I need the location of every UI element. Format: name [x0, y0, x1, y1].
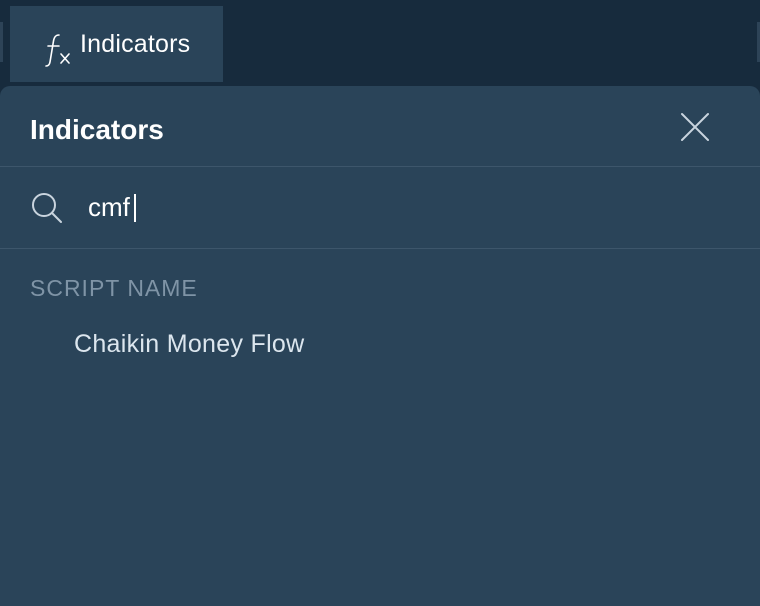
function-fx-icon — [45, 34, 70, 67]
top-toolbar: Indicators — [0, 0, 760, 86]
toolbar-divider-left — [0, 22, 3, 62]
search-input[interactable] — [88, 185, 728, 229]
result-label[interactable]: Chaikin Money Flow — [74, 328, 305, 360]
text-caret — [134, 194, 136, 222]
list-item-chaikin-money-flow[interactable]: Chaikin Money Flow — [0, 318, 760, 370]
indicators-toolbar-label[interactable]: Indicators — [80, 28, 190, 60]
dialog-title: Indicators — [30, 114, 164, 145]
indicators-dialog: Indicators SCRIPT NAME Chaikin Money Flo… — [0, 86, 760, 606]
dialog-header: Indicators — [0, 86, 760, 167]
search-icon — [32, 193, 62, 223]
close-button[interactable] — [674, 106, 716, 148]
close-icon[interactable] — [674, 106, 716, 148]
section-label-script-name: SCRIPT NAME — [30, 275, 198, 301]
search-row — [0, 167, 760, 249]
